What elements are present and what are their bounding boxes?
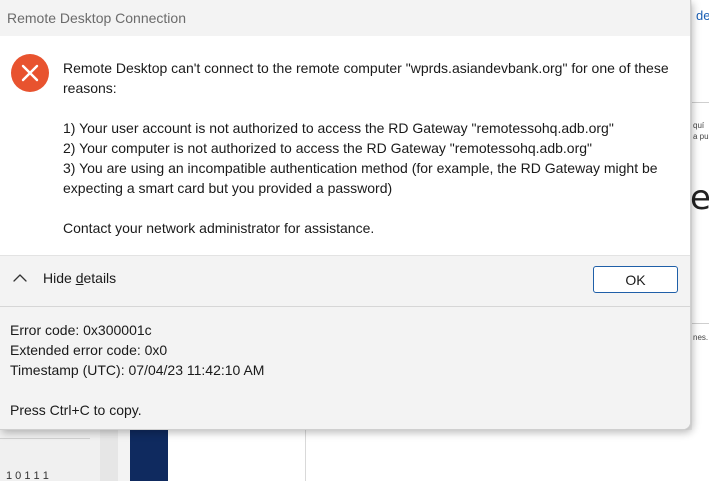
details-panel[interactable]: Error code: 0x300001c Extended error cod… — [0, 306, 690, 429]
hide-details-label: Hide details — [43, 270, 117, 286]
extended-error-code: Extended error code: 0x0 — [10, 342, 168, 358]
background-rule — [692, 323, 709, 324]
background-small-text: nes. — [693, 333, 709, 342]
background-right-column — [692, 0, 709, 481]
error-icon — [10, 53, 50, 93]
details-text: Error code: 0x300001c Extended error cod… — [10, 320, 264, 420]
background-small-text: quí a pu — [693, 121, 709, 141]
background-rule — [692, 102, 709, 103]
reason-2: 2) Your computer is not authorized to ac… — [63, 140, 592, 156]
background-gray-strip — [100, 430, 118, 481]
hide-details-toggle[interactable]: Hide details — [12, 270, 116, 286]
error-message: Remote Desktop can't connect to the remo… — [63, 58, 683, 238]
background-navy-bar — [130, 430, 168, 481]
background-heading-fragment: e — [690, 178, 709, 218]
message-footer: Contact your network administrator for a… — [63, 220, 375, 236]
reason-1: 1) Your user account is not authorized t… — [63, 120, 614, 136]
background-link[interactable]: de — [696, 8, 709, 23]
timestamp: Timestamp (UTC): 07/04/23 11:42:10 AM — [10, 362, 265, 378]
ok-button[interactable]: OK — [593, 266, 678, 293]
background-divider-vertical — [305, 430, 306, 481]
rdc-error-dialog: Remote Desktop Connection Remote Desktop… — [0, 0, 691, 430]
chevron-up-icon — [13, 274, 27, 282]
dialog-title: Remote Desktop Connection — [7, 10, 186, 26]
background-left-text: 1 0 1 1 1 — [6, 470, 49, 482]
dialog-content: Remote Desktop can't connect to the remo… — [0, 36, 690, 255]
button-row: Hide details OK — [0, 255, 690, 306]
error-code: Error code: 0x300001c — [10, 322, 152, 338]
background-content-panel — [168, 430, 709, 481]
background-divider — [0, 438, 90, 439]
reason-3: 3) You are using an incompatible authent… — [63, 160, 658, 196]
title-bar[interactable]: Remote Desktop Connection — [0, 0, 690, 36]
copy-hint: Press Ctrl+C to copy. — [10, 402, 142, 418]
message-intro: Remote Desktop can't connect to the remo… — [63, 60, 669, 96]
